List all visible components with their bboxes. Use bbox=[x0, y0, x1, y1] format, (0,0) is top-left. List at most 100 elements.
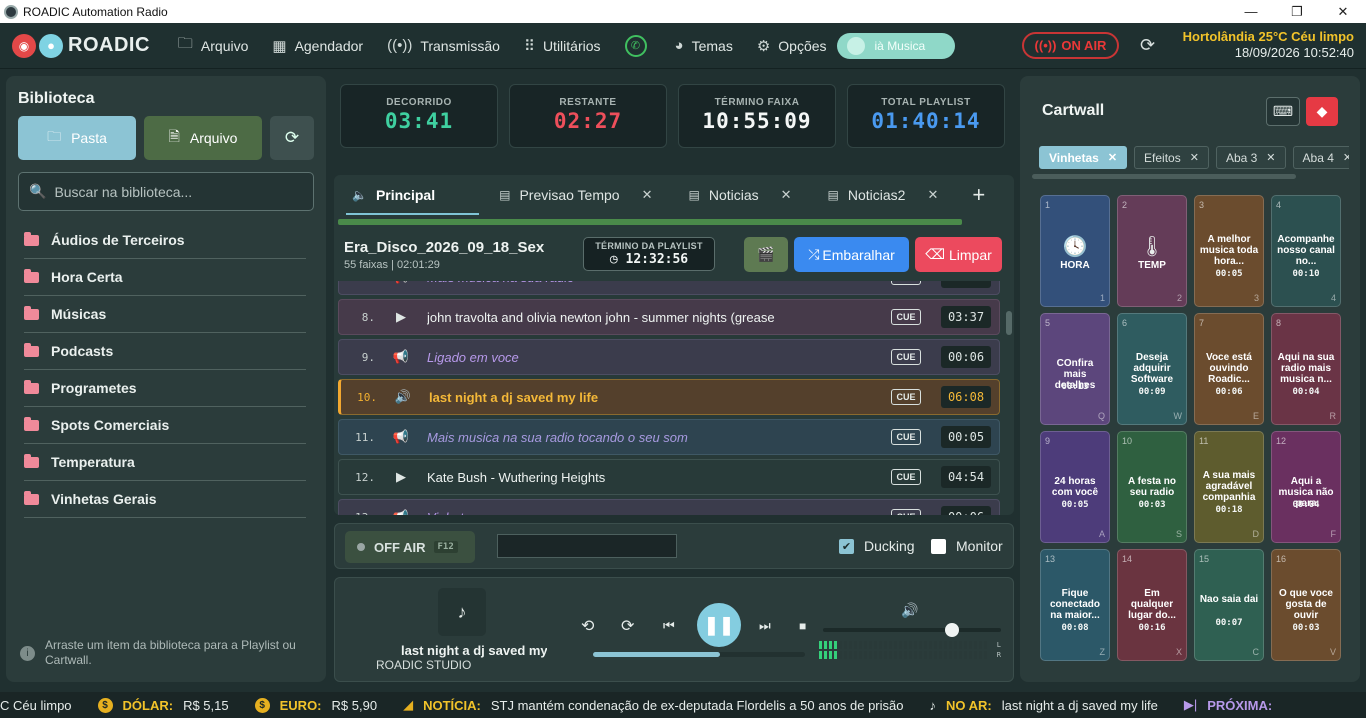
off-air-button[interactable]: OFF AIR F12 bbox=[345, 531, 475, 563]
cart-duration: 00:03 bbox=[1138, 500, 1166, 510]
add-folder-button[interactable]: 🗀 Pasta bbox=[18, 116, 136, 160]
playlist-row[interactable]: 11. 📢 Mais musica na sua radio tocando o s… bbox=[338, 419, 1000, 455]
close-icon[interactable]: ✕ bbox=[1190, 151, 1199, 164]
cart-button[interactable]: 15 Nao saia dai 00:07 C bbox=[1194, 549, 1264, 661]
folder-item[interactable]: Áudios de Terceiros bbox=[24, 222, 306, 259]
menu-temas[interactable]: ◕ Temas bbox=[675, 37, 733, 54]
add-tab-icon[interactable]: + bbox=[972, 182, 985, 208]
cue-button[interactable]: CUE bbox=[891, 309, 921, 325]
cart-tab-3[interactable]: Aba 3 ✕ bbox=[1215, 146, 1286, 169]
keyboard-button[interactable]: ⌨ bbox=[1266, 97, 1300, 126]
volume-knob[interactable] bbox=[945, 623, 960, 637]
close-icon[interactable]: ✕ bbox=[1108, 151, 1117, 164]
menu-arquivo[interactable]: 🗀 Arquivo bbox=[178, 33, 248, 58]
cart-button[interactable]: 8 Aqui na sua radio mais musica n... 00:04… bbox=[1271, 313, 1341, 425]
cart-button[interactable]: 12 Aqui a musica não para 00:04 F bbox=[1271, 431, 1341, 543]
close-icon[interactable]: ✕ bbox=[1266, 151, 1275, 164]
menu-transmissão[interactable]: ((•)) Transmissão bbox=[387, 37, 500, 54]
folder-item[interactable]: Temperatura bbox=[24, 444, 306, 481]
cue-button[interactable]: CUE bbox=[891, 349, 921, 365]
cart-button[interactable]: 16 O que voce gosta de ouvir 00:03 V bbox=[1271, 549, 1341, 661]
cart-button[interactable]: 1 🕓 HORA 1 bbox=[1040, 195, 1110, 307]
cue-button[interactable]: CUE bbox=[891, 509, 921, 515]
tab-previsao-tempo[interactable]: ▤ Previsao Tempo ✕ bbox=[489, 175, 662, 215]
cart-title: Acompanhe nosso canal no... bbox=[1277, 234, 1335, 267]
clapperboard-button[interactable]: 🎬 bbox=[744, 237, 788, 272]
minimize-button[interactable]: — bbox=[1228, 0, 1274, 23]
tab-principal[interactable]: 🔈 Principal bbox=[342, 175, 480, 215]
cart-tab-1[interactable]: Vinhetas ✕ bbox=[1039, 146, 1128, 169]
pause-button[interactable]: ❚❚ bbox=[697, 603, 741, 647]
menu-utilitários[interactable]: ⠿ Utilitários bbox=[524, 37, 601, 55]
playlist-row[interactable]: 10. 🔊 last night a dj saved my life CUE 06:0… bbox=[338, 379, 1000, 415]
maximize-button[interactable]: ❐ bbox=[1274, 0, 1320, 23]
playlist-row[interactable]: 12. ▶ Kate Bush - Wuthering Heights CUE 04:5… bbox=[338, 459, 1000, 495]
repeat-one-icon[interactable]: ⟳ bbox=[621, 616, 634, 636]
folder-item[interactable]: Spots Comerciais bbox=[24, 407, 306, 444]
playlist-row[interactable]: 13. 📢 VinhetaCUE 00:06 bbox=[338, 499, 1000, 515]
volume-slider[interactable] bbox=[823, 623, 1001, 637]
cue-button[interactable]: CUE bbox=[891, 281, 921, 285]
timer-box: TÉRMINO FAIXA 10:55:09 bbox=[678, 84, 836, 148]
cart-button[interactable]: 13 Fique conectado na maior... 00:08 Z bbox=[1040, 549, 1110, 661]
progress-bar[interactable] bbox=[593, 652, 805, 657]
clear-button[interactable]: ⌫ Limpar bbox=[915, 237, 1002, 272]
cart-button[interactable]: 9 24 horas com você 00:05 A bbox=[1040, 431, 1110, 543]
close-button[interactable]: ✕ bbox=[1320, 0, 1366, 23]
search-input[interactable] bbox=[54, 183, 295, 200]
on-air-button[interactable]: ((•)) ON AIR bbox=[1022, 32, 1119, 59]
playlist-row[interactable]: 9. 📢 Ligado em voce CUE 00:06 bbox=[338, 339, 1000, 375]
tab-noticias[interactable]: ▤ Noticias ✕ bbox=[678, 175, 801, 215]
playlist-row[interactable]: 📢 Mais musica na sua radioCUE 00:05 bbox=[338, 281, 1000, 295]
repeat-icon[interactable]: ⟲ bbox=[581, 616, 594, 636]
playlist-row[interactable]: 8. ▶ john travolta and olivia newton john … bbox=[338, 299, 1000, 335]
vu-segment bbox=[889, 641, 892, 649]
folder-item[interactable]: Podcasts bbox=[24, 333, 306, 370]
onair-input[interactable] bbox=[497, 534, 677, 558]
cartwall-tabs-scrollbar[interactable] bbox=[1032, 174, 1296, 179]
cart-button[interactable]: 11 A sua mais agradável companhia 00:18 D bbox=[1194, 431, 1264, 543]
tabs-scrollbar[interactable] bbox=[338, 219, 962, 225]
menu-agendador[interactable]: ▦ Agendador bbox=[272, 37, 363, 55]
folder-item[interactable]: Programetes bbox=[24, 370, 306, 407]
folder-item[interactable]: Músicas bbox=[24, 296, 306, 333]
menu-opções[interactable]: ⚙ Opções bbox=[757, 37, 827, 55]
folder-item[interactable]: Vinhetas Gerais bbox=[24, 481, 306, 518]
playlist-scrollbar[interactable] bbox=[1006, 311, 1012, 335]
shuffle-button[interactable]: ⤮ Embaralhar bbox=[794, 237, 909, 272]
vu-segment bbox=[874, 651, 877, 659]
cart-button[interactable]: 5 COnfira mais detalhes 00:13 Q bbox=[1040, 313, 1110, 425]
cart-button[interactable]: 2 🌡 TEMP 2 bbox=[1117, 195, 1187, 307]
stop-icon[interactable]: ■ bbox=[799, 619, 806, 633]
cart-tab-4[interactable]: Aba 4 ✕ bbox=[1292, 146, 1349, 169]
close-icon[interactable]: ✕ bbox=[642, 187, 653, 203]
cart-button[interactable]: 3 A melhor musica toda hora... 00:05 3 bbox=[1194, 195, 1264, 307]
cart-button[interactable]: 4 Acompanhe nosso canal no... 00:10 4 bbox=[1271, 195, 1341, 307]
cart-button[interactable]: 6 Deseja adquirir Software 00:09 W bbox=[1117, 313, 1187, 425]
folder-item[interactable]: Hora Certa bbox=[24, 259, 306, 296]
whatsapp-icon[interactable]: ✆ bbox=[624, 34, 647, 57]
cue-button[interactable]: CUE bbox=[891, 389, 921, 405]
alert-button[interactable]: ◆ bbox=[1306, 97, 1338, 126]
next-icon[interactable]: ⏭ bbox=[759, 618, 771, 634]
row-number: 12. bbox=[355, 470, 375, 484]
cart-button[interactable]: 7 Voce está ouvindo Roadic... 00:06 E bbox=[1194, 313, 1264, 425]
close-icon[interactable]: ✕ bbox=[927, 187, 938, 203]
cue-button[interactable]: CUE bbox=[891, 469, 921, 485]
cart-button[interactable]: 14 Em qualquer lugar do... 00:16 X bbox=[1117, 549, 1187, 661]
close-icon[interactable]: ✕ bbox=[1343, 151, 1349, 164]
previous-icon[interactable]: ⏮ bbox=[663, 618, 675, 634]
cart-button[interactable]: 10 A festa no seu radio 00:03 S bbox=[1117, 431, 1187, 543]
ducking-checkbox[interactable]: ✔ Ducking bbox=[839, 538, 915, 554]
ai-music-button[interactable]: ià Musica bbox=[836, 32, 955, 59]
vu-segment bbox=[829, 641, 832, 649]
cue-button[interactable]: CUE bbox=[891, 429, 921, 445]
refresh-icon[interactable]: ⟳ bbox=[1140, 35, 1155, 56]
add-file-button[interactable]: 🗎 Arquivo bbox=[144, 116, 262, 160]
vu-segment bbox=[929, 641, 932, 649]
cart-tab-2[interactable]: Efeitos ✕ bbox=[1134, 146, 1209, 169]
tab-noticias2[interactable]: ▤ Noticias2 ✕ bbox=[818, 175, 949, 215]
close-icon[interactable]: ✕ bbox=[781, 187, 792, 203]
library-refresh-button[interactable]: ⟳ bbox=[270, 116, 314, 160]
monitor-checkbox[interactable]: Monitor bbox=[931, 538, 1003, 554]
